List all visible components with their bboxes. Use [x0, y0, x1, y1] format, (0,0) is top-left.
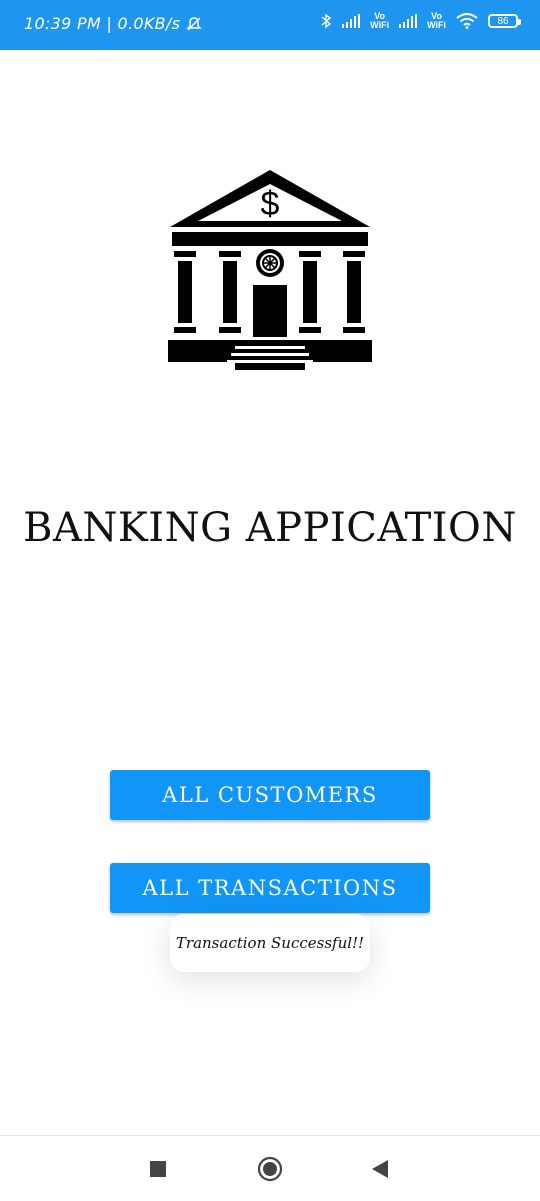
battery-icon: 86: [488, 14, 521, 28]
app-title: BANKING APPICATION: [23, 505, 517, 551]
home-circle-icon[interactable]: [257, 1156, 283, 1182]
svg-text:$: $: [261, 185, 280, 223]
all-customers-button[interactable]: ALL CUSTOMERS: [110, 770, 430, 820]
signal-icon: [342, 14, 361, 28]
status-left: 10:39 PM | 0.0KB/s: [24, 14, 202, 33]
toast-text: Transaction Successful!!: [175, 934, 365, 952]
back-triangle-icon[interactable]: [371, 1159, 389, 1179]
bank-building-icon: $: [168, 170, 372, 370]
status-bar: 10:39 PM | 0.0KB/s Vo WiFi Vo WiFi 86: [0, 0, 540, 50]
time-and-speed: 10:39 PM | 0.0KB/s: [24, 14, 181, 33]
signal-icon: [399, 14, 418, 28]
recents-square-icon[interactable]: [149, 1160, 167, 1178]
toast-message: Transaction Successful!!: [170, 914, 370, 972]
all-transactions-button[interactable]: ALL TRANSACTIONS: [110, 863, 430, 913]
bluetooth-icon: [321, 13, 332, 29]
wifi-icon: [456, 13, 478, 29]
status-right: Vo WiFi Vo WiFi 86: [320, 11, 521, 30]
mute-icon: [186, 16, 202, 30]
vowifi-icon: Vo WiFi: [427, 11, 446, 30]
navigation-bar: [0, 1135, 540, 1201]
vowifi-icon: Vo WiFi: [370, 11, 390, 30]
